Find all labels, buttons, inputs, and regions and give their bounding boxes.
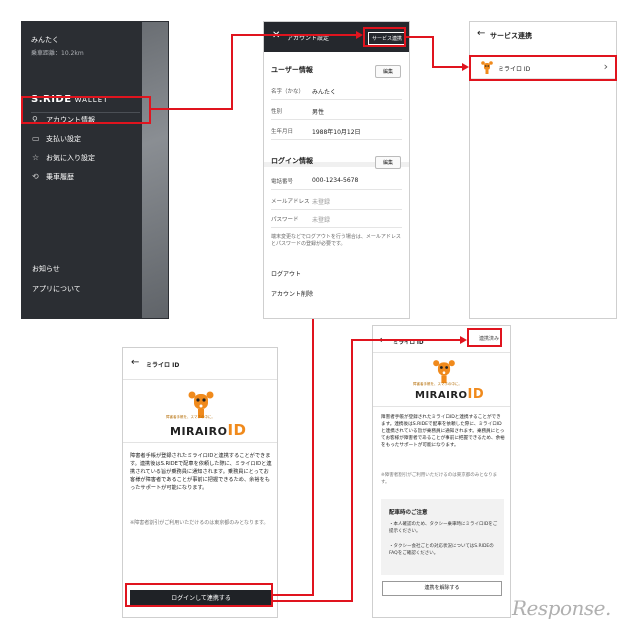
menu-label: 支払い設定 (46, 135, 81, 143)
connector-line (231, 34, 233, 110)
field-value: みんたく (312, 89, 337, 96)
discount-note: ※障害者割引がご利用いただけるのは東京都のみとなります。 (381, 473, 498, 485)
user-info-heading: ユーザー情報 (271, 66, 313, 74)
highlight-account-info (21, 96, 151, 124)
connector-line (151, 108, 233, 110)
logout-note: 端末変更などでログアウトを行う場合は、メールアドレスとパスワードの登録が必要です… (271, 234, 401, 247)
highlight-mirairo-item (469, 55, 617, 81)
connector-line (351, 339, 353, 602)
brand-id: ID (227, 421, 247, 439)
connector-arrow (462, 63, 469, 71)
field-label: 性別 (271, 109, 283, 115)
brand-tagline: 障害者手帳を、スマホの中に。 (166, 415, 215, 419)
connector-line (432, 36, 434, 68)
menu-item-payment[interactable]: ▭ 支払い設定 (32, 134, 81, 144)
connector-line (231, 34, 356, 36)
divider (373, 406, 510, 407)
field-label: パスワード (271, 217, 299, 223)
drawer-screen: みんたく 乗車距離：10.2km S.RIDE WALLET ⚲ アカウント情報 … (21, 21, 169, 319)
field-label: 名字（かな） (271, 89, 305, 95)
note-text: タクシー会社ごとの対応状況についてはS.RIDEのFAQをご確認ください。 (389, 544, 494, 556)
brand-name: MIRAIRO (415, 390, 468, 401)
note-item: ・本人確認のため、タクシー乗車時にミライロIDをご提示ください。 (389, 522, 498, 534)
unlink-button[interactable]: 連携を解除する (382, 581, 502, 596)
connector-line (406, 36, 434, 38)
menu-item-favorites[interactable]: ☆ お気に入り設定 (32, 153, 95, 163)
password-row: パスワード 未登録 (271, 210, 402, 228)
menu-label: 乗車履歴 (46, 173, 74, 181)
discount-note: ※障害者割引がご利用いただけるのは東京都のみとなります。 (130, 520, 269, 526)
edit-login-button[interactable]: 編集 (374, 156, 401, 169)
back-arrow-icon[interactable]: ← (477, 28, 485, 39)
divider (123, 379, 277, 380)
history-icon: ⟲ (32, 172, 39, 181)
connector-arrow (460, 336, 467, 344)
edit-user-button[interactable]: 編集 (374, 65, 401, 78)
connector-line (273, 594, 314, 596)
giraffe-logo-icon (433, 360, 455, 384)
field-value: 未登録 (312, 217, 331, 224)
note-item: ・タクシー会社ごとの対応状況についてはS.RIDEのFAQをご確認ください。 (389, 544, 494, 556)
page-title: ミライロ ID (146, 362, 180, 369)
connector-line (273, 600, 353, 602)
logout-link[interactable]: ログアウト (271, 269, 301, 278)
field-label: 生年月日 (271, 129, 294, 135)
mirairo-connect-screen: ← ミライロ ID 障害者手帳を、スマホの中に。 MIRAIROID 障害者手帳… (122, 347, 278, 618)
mirairo-description: 障害者手帳が登録されたミライロIDと連携することができます。連携後はS.RIDE… (381, 415, 505, 448)
menu-item-about[interactable]: アプリについて (32, 284, 81, 294)
star-icon: ☆ (32, 153, 40, 162)
field-value: 1988年10月12日 (312, 129, 361, 136)
gender-row: 性別 男性 (271, 102, 402, 120)
menu-item-history[interactable]: ⟲ 乗車履歴 (32, 172, 74, 182)
mirairo-description: 障害者手帳が登録されたミライロIDと連携することができます。連携後はS.RIDE… (130, 453, 272, 491)
name-row: 名字（かな） みんたく (271, 82, 402, 100)
mirairo-brand: MIRAIROID (170, 421, 246, 439)
email-row: メールアドレス 未登録 (271, 192, 402, 210)
map-background (142, 22, 168, 318)
menu-item-notice[interactable]: お知らせ (32, 264, 60, 274)
connector-line (432, 66, 462, 68)
field-label: 電話番号 (271, 179, 294, 185)
mirairo-brand: MIRAIROID (415, 387, 484, 402)
field-value: 未登録 (312, 199, 331, 206)
field-label: メールアドレス (271, 199, 310, 205)
connector-arrow (356, 31, 363, 39)
login-info-heading: ログイン情報 (271, 157, 313, 165)
notes-title: 配車時のご注意 (389, 510, 428, 516)
divider (373, 352, 510, 353)
page-title: サービス連携 (490, 32, 532, 40)
connector-line (312, 319, 314, 321)
note-text: 本人確認のため、タクシー乗車時にミライロIDをご提示ください。 (389, 522, 498, 534)
highlight-linked-status (467, 328, 502, 347)
response-watermark: Response. (512, 596, 611, 620)
divider (123, 442, 277, 443)
highlight-login-button (125, 583, 273, 607)
ride-notes-box: 配車時のご注意 ・本人確認のため、タクシー乗車時にミライロIDをご提示ください。… (381, 499, 504, 575)
field-value: 000-1234-5678 (312, 177, 359, 184)
birthday-row: 生年月日 1988年10月12日 (271, 122, 402, 140)
mirairo-linked-screen: ← ミライロ ID 連携済み 障害者手帳を、スマホの中に。 MIRAIROID … (372, 325, 511, 618)
connector-line (351, 339, 460, 341)
brand-id: ID (467, 387, 485, 402)
highlight-service-link (363, 27, 406, 47)
ride-distance: 乗車距離：10.2km (31, 50, 84, 57)
phone-row: 電話番号 000-1234-5678 (271, 172, 402, 190)
back-arrow-icon[interactable]: ← (131, 357, 139, 368)
card-icon: ▭ (32, 134, 40, 143)
menu-label: お気に入り設定 (46, 154, 95, 162)
connector-line (312, 319, 314, 595)
delete-account-link[interactable]: アカウント削除 (271, 289, 313, 298)
brand-name: MIRAIRO (170, 425, 228, 438)
field-value: 男性 (312, 109, 325, 116)
user-name: みんたく (31, 36, 59, 44)
account-settings-screen: ✕ アカウント設定 サービス連携 ユーザー情報 編集 名字（かな） みんたく 性… (263, 21, 410, 319)
